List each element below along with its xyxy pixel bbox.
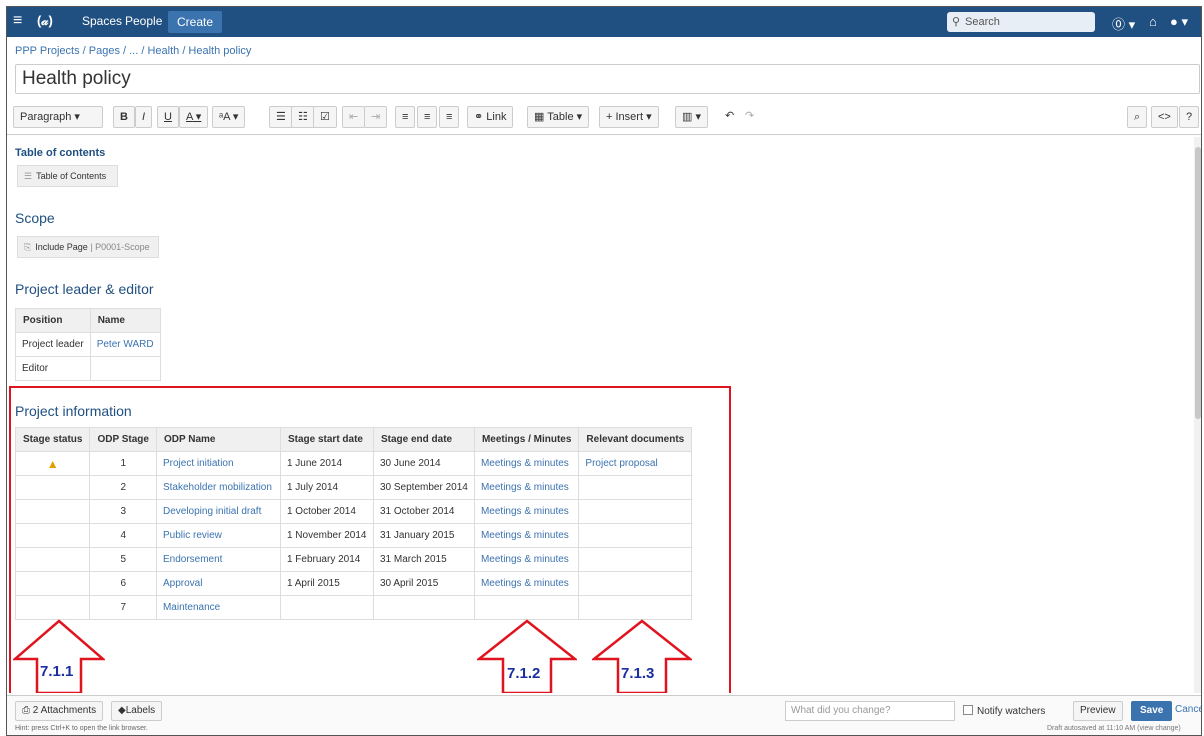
checkbox-box[interactable] — [963, 705, 973, 715]
include-page-label: Include Page — [35, 242, 88, 252]
paragraph-select[interactable]: Paragraph ▾ — [13, 106, 103, 128]
layout-button[interactable]: ▥ ▾ — [675, 106, 708, 128]
insert-label: Insert — [615, 111, 644, 123]
paperclip-icon: ⎙ — [22, 705, 30, 716]
toc-heading: Table of contents — [15, 147, 106, 159]
more-formatting-label: ᵃA — [219, 111, 230, 123]
annotation-label: 7.1.3 — [621, 665, 655, 682]
table-row: Editor — [15, 356, 161, 381]
include-page-icon: ⎘ — [24, 242, 32, 252]
preview-button[interactable]: Preview — [1073, 701, 1123, 721]
tag-icon: ◆ — [118, 705, 126, 716]
plus-icon: + — [606, 111, 613, 123]
bottom-bar: ⎙ 2 Attachments ◆Labels Hint: press Ctrl… — [7, 695, 1201, 735]
table-button[interactable]: ▦ Table ▾ — [527, 106, 590, 128]
editor-window: ≡ (𝒶) Spaces People Create ⚲ Search ⓪ ▾ … — [6, 6, 1202, 736]
editor-toolbar: Paragraph ▾ B I U A ▾ ᵃA ▾ ☰ ☷ ☑ ⇤ ⇥ ≡ ≡… — [7, 101, 1201, 135]
align-center-button[interactable]: ≡ — [417, 106, 438, 128]
annotation-label: 7.1.2 — [507, 665, 541, 682]
table-header-row: Position Name — [15, 308, 161, 333]
notify-watchers-checkbox[interactable]: Notify watchers — [963, 705, 1045, 717]
bullet-list-button[interactable]: ☰ — [269, 106, 293, 128]
link-browser-hint: Hint: press Ctrl+K to open the link brow… — [15, 725, 148, 732]
table-cell: Project leader — [15, 332, 91, 357]
outdent-button[interactable]: ⇤ — [342, 106, 366, 128]
top-nav: ≡ (𝒶) Spaces People Create ⚲ Search ⓪ ▾ … — [7, 7, 1201, 37]
attachments-label: 2 Attachments — [32, 705, 97, 716]
labels-label: Labels — [125, 705, 156, 716]
find-replace-button[interactable]: ⌕ — [1127, 106, 1148, 128]
annotation-label: 7.1.1 — [40, 663, 74, 680]
attachments-button[interactable]: ⎙ 2 Attachments — [15, 701, 104, 721]
scrollbar[interactable] — [1194, 137, 1201, 693]
italic-button[interactable]: I — [135, 106, 153, 128]
numbered-list-button[interactable]: ☷ — [291, 106, 315, 128]
table-icon: ▦ — [534, 111, 545, 123]
search-icon: ⚲ — [952, 16, 961, 28]
link-button[interactable]: ⚭ Link — [467, 106, 514, 128]
redo-button[interactable]: ↷ — [739, 106, 760, 128]
align-right-button[interactable]: ≡ — [439, 106, 460, 128]
labels-button[interactable]: ◆Labels — [111, 701, 163, 721]
help-button[interactable]: ? — [1179, 106, 1200, 128]
leader-heading: Project leader & editor — [15, 281, 154, 297]
table-header: Position — [15, 308, 91, 333]
text-color-button[interactable]: A ▾ — [179, 106, 209, 128]
search-placeholder: Search — [965, 16, 1000, 28]
nav-people[interactable]: People — [125, 14, 162, 28]
notify-label: Notify watchers — [977, 706, 1046, 717]
change-comment-input[interactable]: What did you change? — [785, 701, 955, 721]
bold-button[interactable]: B — [113, 106, 135, 128]
app-logo[interactable]: (𝒶) — [37, 12, 59, 30]
more-formatting-button[interactable]: ᵃA ▾ — [212, 106, 246, 128]
scope-heading: Scope — [15, 210, 55, 226]
bell-icon[interactable]: ⌂ — [1149, 14, 1157, 29]
layout-icon: ▥ — [682, 111, 693, 123]
nav-spaces[interactable]: Spaces — [82, 14, 122, 28]
table-header: Name — [89, 308, 161, 333]
link-label: Link — [486, 111, 507, 123]
table-cell — [89, 356, 161, 381]
task-list-button[interactable]: ☑ — [313, 106, 337, 128]
page-title-input[interactable]: Health policy — [15, 64, 1200, 94]
user-icon[interactable]: ● ▾ — [1170, 14, 1188, 30]
table-label: Table — [547, 111, 574, 123]
create-button[interactable]: Create — [168, 11, 223, 33]
source-editor-button[interactable]: <> — [1151, 106, 1178, 128]
leader-table: Position Name Project leader Peter WARD … — [15, 308, 161, 381]
menu-icon[interactable]: ≡ — [13, 11, 31, 31]
toc-macro-icon: ☰ — [24, 171, 33, 181]
search-input[interactable]: ⚲ Search — [947, 12, 1095, 32]
text-color-label: A — [186, 111, 193, 123]
table-row: Project leader Peter WARD — [15, 332, 161, 357]
include-page-sub: | P0001-Scope — [90, 242, 150, 252]
table-cell-link[interactable]: Peter WARD — [89, 332, 161, 357]
breadcrumb[interactable]: PPP Projects / Pages / ... / Health / He… — [15, 45, 251, 57]
include-page-macro[interactable]: ⎘ Include Page | P0001-Scope — [17, 236, 159, 258]
scrollbar-thumb[interactable] — [1195, 147, 1201, 419]
insert-button[interactable]: + Insert ▾ — [599, 106, 659, 128]
indent-button[interactable]: ⇥ — [364, 106, 388, 128]
help-icon[interactable]: ⓪ ▾ — [1112, 14, 1135, 33]
link-icon: ⚭ — [474, 111, 484, 123]
align-left-button[interactable]: ≡ — [395, 106, 416, 128]
editor-content[interactable]: Table of contents ☰ Table of Contents Sco… — [7, 137, 1192, 693]
arrow-up-icon — [13, 619, 105, 693]
table-cell: Editor — [15, 356, 91, 381]
toc-macro[interactable]: ☰ Table of Contents — [17, 165, 118, 187]
paragraph-label: Paragraph — [20, 111, 72, 123]
cancel-button[interactable]: Cancel — [1175, 704, 1201, 715]
undo-button[interactable]: ↶ — [719, 106, 740, 128]
save-button[interactable]: Save — [1131, 701, 1173, 721]
toc-macro-label: Table of Contents — [36, 171, 107, 181]
draft-status: Draft autosaved at 11:10 AM (view change… — [1047, 725, 1181, 732]
underline-button[interactable]: U — [157, 106, 179, 128]
